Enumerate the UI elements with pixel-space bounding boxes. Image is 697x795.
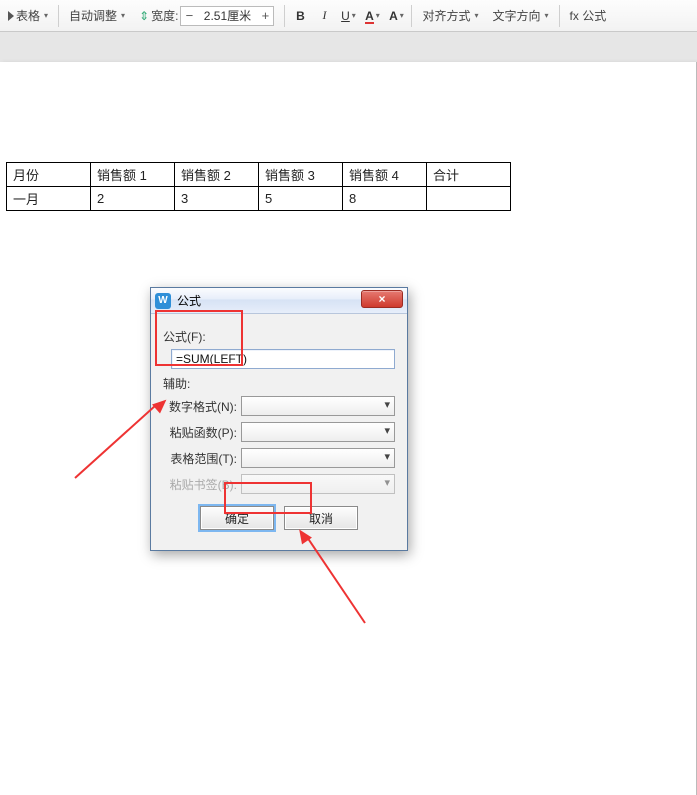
table-row: 月份 销售额 1 销售额 2 销售额 3 销售额 4 合计 — [7, 163, 511, 187]
formula-button[interactable]: fx 公式 — [566, 5, 611, 26]
width-increase-button[interactable]: + — [257, 7, 273, 25]
page-area: 月份 销售额 1 销售额 2 销售额 3 销售额 4 合计 一月 2 3 5 8… — [0, 32, 697, 795]
italic-button[interactable]: I — [315, 7, 333, 25]
highlight-icon: A — [389, 9, 398, 23]
table-cell[interactable]: 3 — [175, 187, 259, 211]
app-icon: W — [155, 293, 171, 309]
chevron-down-icon: ▾ — [352, 11, 356, 20]
formula-section-label: 公式(F): — [163, 328, 395, 345]
separator — [411, 5, 412, 27]
height-icon: ⇕ — [139, 9, 149, 23]
formula-input[interactable] — [171, 349, 395, 369]
font-color-button[interactable]: A▾ — [363, 7, 381, 25]
table-menu-label: 表格 — [16, 7, 40, 24]
paste-bookmark-select — [241, 474, 395, 494]
dialog-body: 公式(F): 辅助: 数字格式(N): 粘贴函数(P): 表格范围(T): 粘贴… — [151, 314, 407, 550]
table-cell[interactable]: 5 — [259, 187, 343, 211]
table-cell[interactable]: 月份 — [7, 163, 91, 187]
table-cell[interactable] — [427, 187, 511, 211]
table-cell[interactable]: 销售额 3 — [259, 163, 343, 187]
paste-function-label: 粘贴函数(P): — [163, 424, 241, 441]
table-cell[interactable]: 销售额 4 — [343, 163, 427, 187]
close-button[interactable]: × — [361, 290, 403, 308]
align-label: 对齐方式 — [422, 7, 470, 24]
close-icon: × — [378, 292, 385, 306]
dialog-titlebar[interactable]: W 公式 × — [151, 288, 407, 314]
formula-label: fx 公式 — [570, 7, 607, 24]
dialog-title: 公式 — [177, 292, 201, 309]
paste-bookmark-label: 粘贴书签(B): — [163, 476, 241, 493]
table-cell[interactable]: 2 — [91, 187, 175, 211]
number-format-select[interactable] — [241, 396, 395, 416]
ok-button[interactable]: 确定 — [200, 506, 274, 530]
font-color-icon: A — [365, 9, 374, 23]
table-cell[interactable]: 合计 — [427, 163, 511, 187]
chevron-down-icon: ▾ — [400, 11, 404, 20]
formula-dialog: W 公式 × 公式(F): 辅助: 数字格式(N): 粘贴函数(P): 表格范围 — [150, 287, 408, 551]
chevron-down-icon: ▾ — [376, 11, 380, 20]
table-menu[interactable]: 表格 ▾ — [4, 5, 52, 26]
cancel-button[interactable]: 取消 — [284, 506, 358, 530]
align-button[interactable]: 对齐方式 ▾ — [418, 5, 482, 26]
cancel-button-label: 取消 — [309, 510, 333, 527]
sales-table[interactable]: 月份 销售额 1 销售额 2 销售额 3 销售额 4 合计 一月 2 3 5 8 — [6, 162, 511, 211]
highlight-button[interactable]: A▾ — [387, 7, 405, 25]
table-cell[interactable]: 8 — [343, 187, 427, 211]
separator — [58, 5, 59, 27]
separator — [559, 5, 560, 27]
bold-icon: B — [296, 9, 305, 23]
table-cell[interactable]: 一月 — [7, 187, 91, 211]
number-format-label: 数字格式(N): — [163, 398, 241, 415]
paste-function-select[interactable] — [241, 422, 395, 442]
bold-button[interactable]: B — [291, 7, 309, 25]
underline-icon: U — [341, 9, 350, 23]
table-icon — [8, 11, 14, 21]
table-range-select[interactable] — [241, 448, 395, 468]
chevron-down-icon: ▾ — [545, 11, 549, 20]
chevron-down-icon: ▾ — [474, 11, 478, 20]
auto-adjust-button[interactable]: 自动调整 ▾ — [65, 5, 129, 26]
width-label: 宽度: — [151, 7, 178, 24]
table-row: 一月 2 3 5 8 — [7, 187, 511, 211]
assist-section-label: 辅助: — [163, 375, 395, 392]
dialog-buttons: 确定 取消 — [163, 500, 395, 542]
width-spinner: − 2.51厘米 + — [180, 6, 274, 26]
table-cell[interactable]: 销售额 1 — [91, 163, 175, 187]
auto-adjust-label: 自动调整 — [69, 7, 117, 24]
text-direction-label: 文字方向 — [493, 7, 541, 24]
width-value[interactable]: 2.51厘米 — [197, 7, 257, 24]
chevron-down-icon: ▾ — [121, 11, 125, 20]
ribbon: 表格 ▾ 自动调整 ▾ ⇕ 宽度: − 2.51厘米 + B I U▾ A▾ A… — [0, 0, 697, 32]
chevron-down-icon: ▾ — [44, 11, 48, 20]
table-cell[interactable]: 销售额 2 — [175, 163, 259, 187]
separator — [284, 5, 285, 27]
italic-icon: I — [322, 8, 326, 23]
table-range-label: 表格范围(T): — [163, 450, 241, 467]
width-control: ⇕ 宽度: − 2.51厘米 + — [135, 4, 278, 28]
ok-button-label: 确定 — [225, 510, 249, 527]
underline-button[interactable]: U▾ — [339, 7, 357, 25]
text-direction-button[interactable]: 文字方向 ▾ — [489, 5, 553, 26]
width-decrease-button[interactable]: − — [181, 7, 197, 25]
